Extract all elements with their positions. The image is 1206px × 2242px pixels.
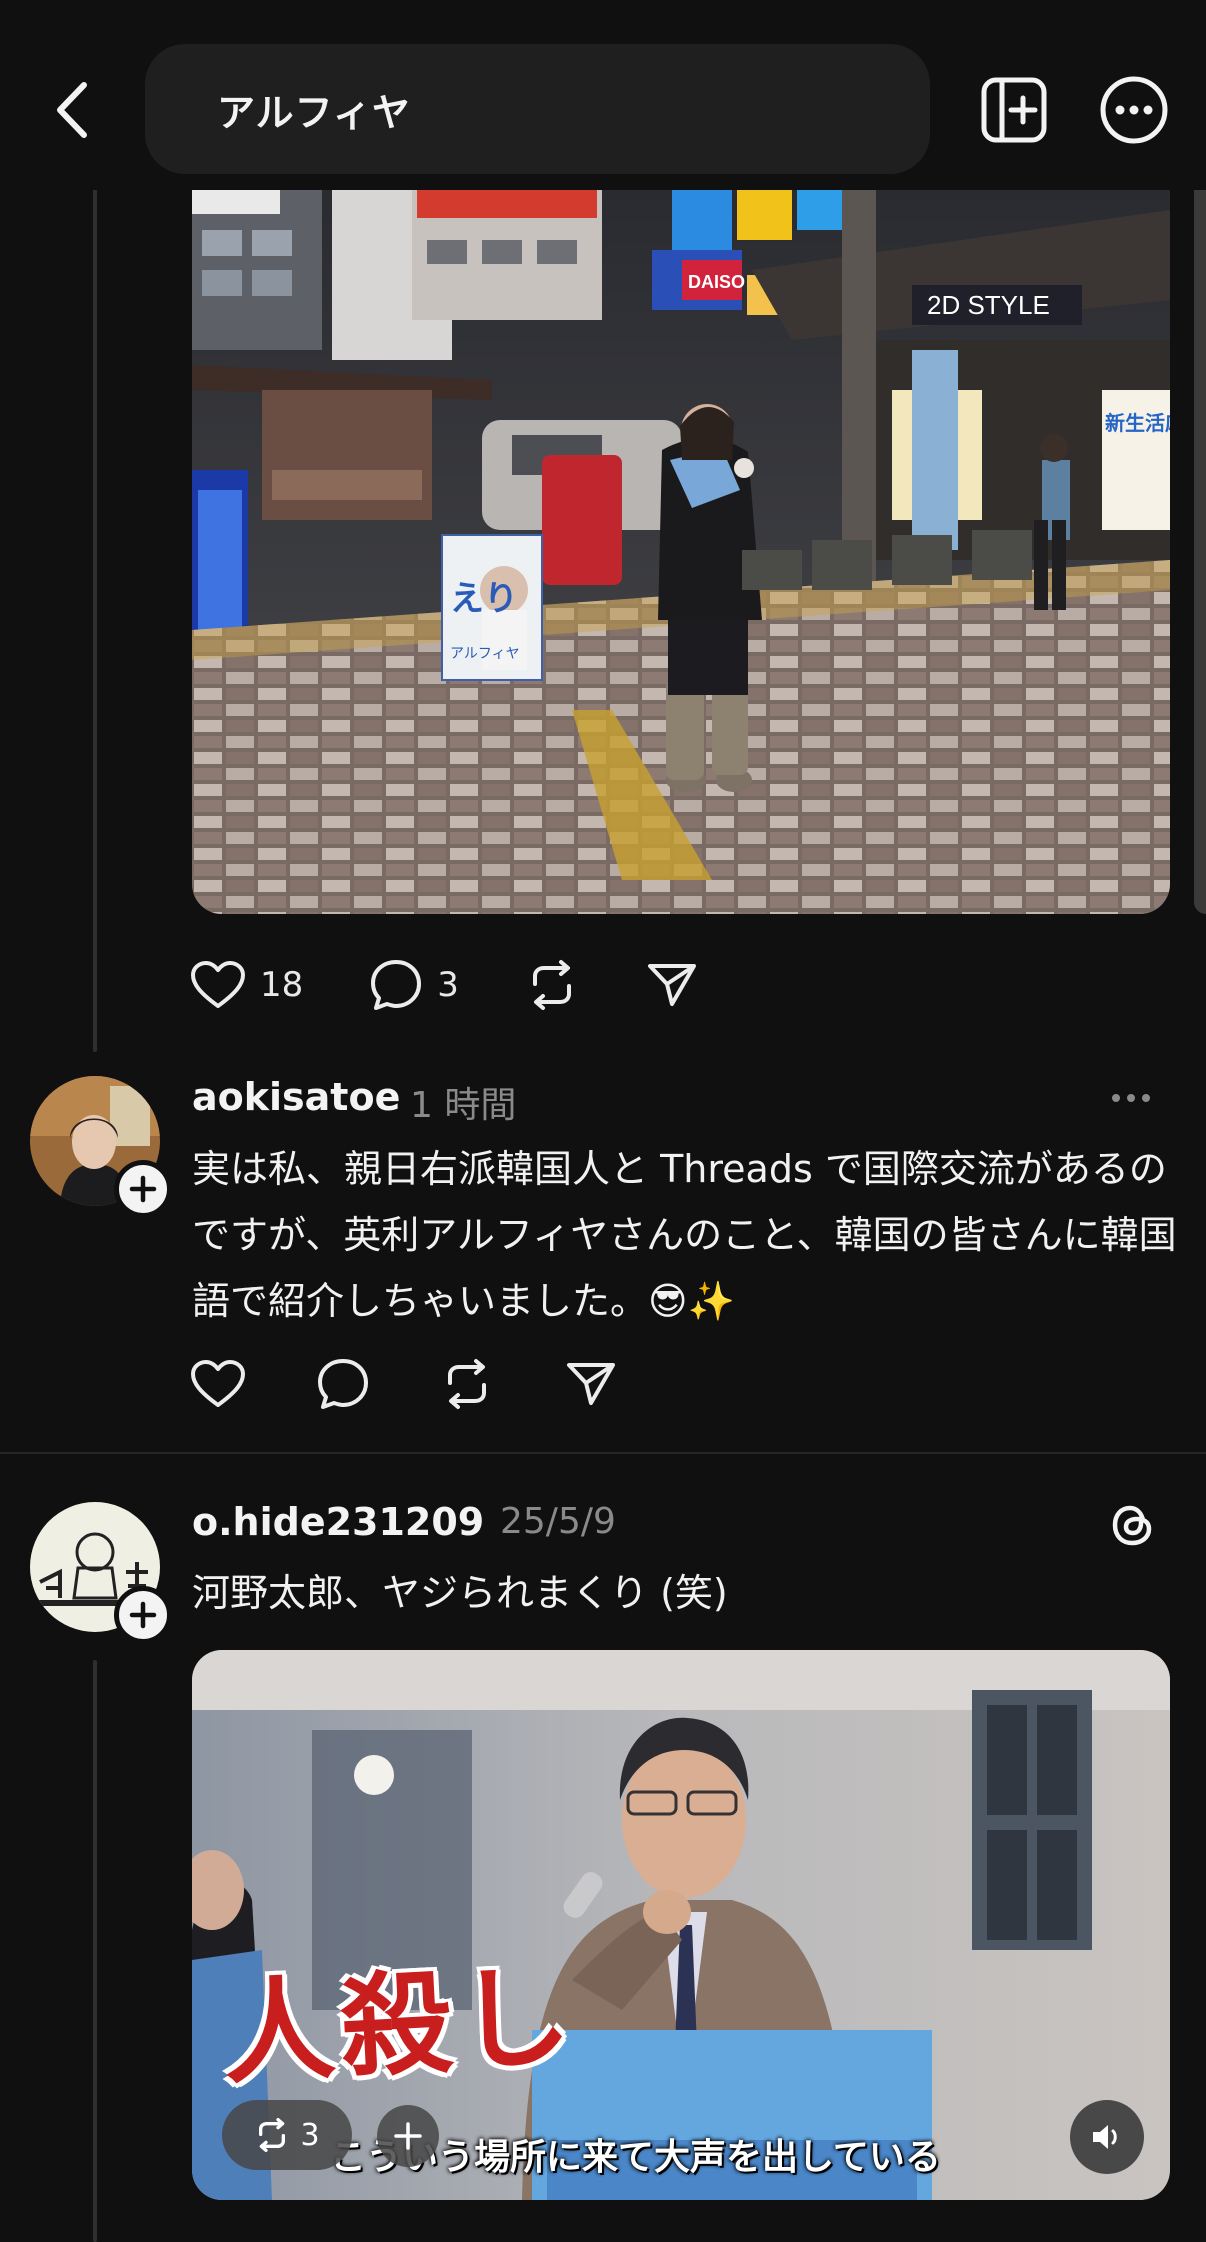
- search-query-text: アルフィヤ: [217, 90, 411, 135]
- video-repost-badge[interactable]: 3: [222, 2100, 352, 2170]
- banner-sign: 新生活応援: [1105, 411, 1170, 435]
- post-more-button[interactable]: [1112, 1094, 1150, 1102]
- street-campaign-photo: DAISO 2D STYLE 新生活応援 えり: [192, 190, 1170, 914]
- chevron-left-icon: [57, 82, 87, 138]
- threads-logo-icon: [1112, 1505, 1152, 1546]
- post-body-text: 河野太郎、ヤジられまくり (笑): [192, 1571, 728, 1615]
- new-tab-button[interactable]: [976, 72, 1052, 148]
- send-icon: [567, 1363, 615, 1405]
- send-icon: [647, 964, 696, 1006]
- more-circle-icon: [1100, 76, 1168, 144]
- thread-line: [93, 1660, 97, 2242]
- poster-name: えり: [450, 579, 518, 619]
- repost-icon: [532, 960, 571, 1010]
- post-username[interactable]: aokisatoe: [192, 1075, 400, 1119]
- thread-line: [93, 186, 97, 1052]
- add-square-icon: [981, 77, 1047, 143]
- post-photo[interactable]: DAISO 2D STYLE 新生活応援 えり: [192, 190, 1170, 914]
- post-timestamp: 1 時間: [410, 1085, 517, 1126]
- share-button[interactable]: [564, 1357, 618, 1411]
- more-dot-icon: [1142, 1094, 1150, 1102]
- reply-button[interactable]: [316, 1357, 370, 1411]
- post-body-text: 実は私、親日右派韓国人と Threads で国際交流があるのですが、英利アルフィ…: [192, 1147, 1177, 1323]
- video-mute-button[interactable]: [1070, 2100, 1144, 2174]
- post-actions: [190, 1354, 684, 1414]
- follow-button[interactable]: [114, 1160, 172, 1218]
- comment-icon: [318, 1359, 368, 1409]
- post-divider: [0, 1452, 1206, 1454]
- reply-button[interactable]: 3: [369, 958, 459, 1012]
- threads-logo-button[interactable]: [1106, 1498, 1160, 1552]
- video-add-button[interactable]: [377, 2105, 439, 2167]
- heart-icon: [191, 1360, 245, 1407]
- repost-icon: [448, 1359, 486, 1409]
- store-sign: 2D STYLE: [927, 290, 1050, 320]
- plus-icon: [394, 2122, 422, 2150]
- like-count: 18: [260, 965, 304, 1005]
- repost-button[interactable]: [525, 958, 579, 1012]
- top-bar: アルフィヤ: [0, 0, 1206, 190]
- heart-icon: [191, 961, 245, 1008]
- speaker-icon: [1093, 2125, 1117, 2149]
- next-photo-peek[interactable]: [1194, 190, 1206, 914]
- more-dot-icon: [1127, 1094, 1135, 1102]
- share-button[interactable]: [645, 958, 699, 1012]
- search-field[interactable]: アルフィヤ: [145, 44, 930, 174]
- plus-icon: [129, 1601, 157, 1629]
- poster-subname: アルフィヤ: [450, 646, 520, 662]
- post-timestamp: 25/5/9: [500, 1501, 616, 1542]
- more-dot-icon: [1112, 1094, 1120, 1102]
- reply-count: 3: [437, 965, 459, 1005]
- follow-button[interactable]: [114, 1586, 172, 1644]
- back-button[interactable]: [44, 72, 100, 148]
- like-button[interactable]: 18: [190, 960, 303, 1010]
- repost-icon: [259, 2118, 286, 2152]
- video-overlay-text: 人殺し: [219, 1950, 580, 2101]
- post-username[interactable]: o.hide231209: [192, 1500, 484, 1544]
- plus-icon: [129, 1175, 157, 1203]
- like-button[interactable]: [190, 1359, 246, 1409]
- comment-icon: [371, 960, 422, 1010]
- more-options-button[interactable]: [1096, 72, 1172, 148]
- repost-button[interactable]: [440, 1357, 494, 1411]
- video-repost-count: 3: [300, 2117, 320, 2153]
- post-actions: 18 3: [190, 955, 765, 1015]
- daiso-sign: DAISO: [688, 272, 745, 292]
